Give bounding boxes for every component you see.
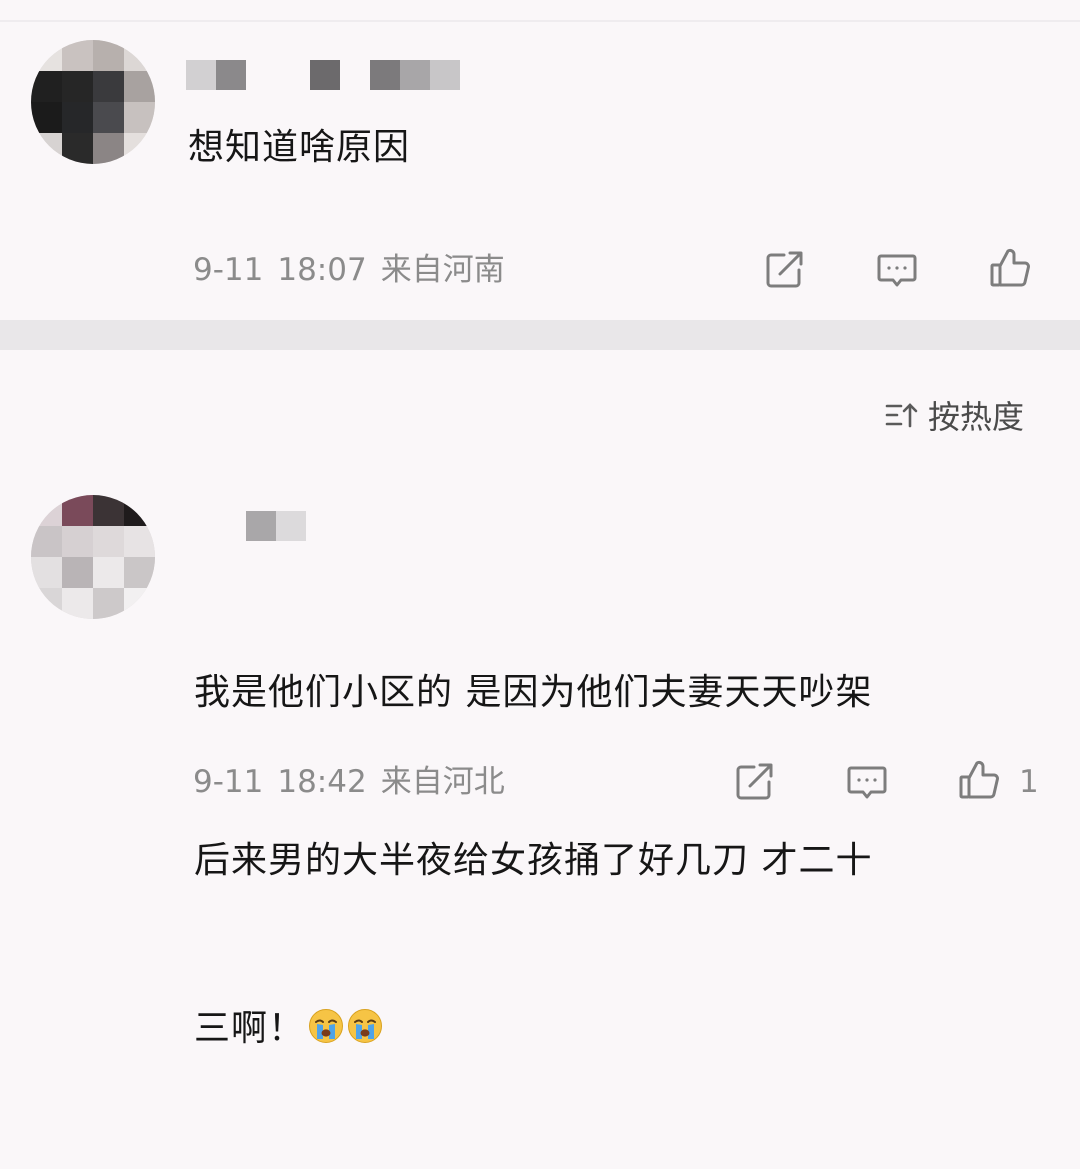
sort-label: 按热度 <box>928 398 1025 436</box>
share-icon[interactable] <box>732 760 776 804</box>
username-pixelated[interactable] <box>246 511 308 541</box>
comment-text-line: 三啊！ <box>194 1001 872 1057</box>
comment-text-line: 我是他们小区的 是因为他们夫妻天天吵架 <box>194 672 873 713</box>
comment-date: 9-11 <box>193 764 264 800</box>
comment-text-line: 后来男的大半夜给女孩捅了好几刀 才二十 <box>194 840 873 881</box>
reply-icon[interactable] <box>875 248 919 292</box>
like-icon[interactable] <box>957 758 1001 802</box>
comment-date: 9-11 <box>193 252 264 288</box>
comment-meta: 9-11 18:42 来自河北 <box>193 762 505 802</box>
comment-text: 我是他们小区的 是因为他们夫妻天天吵架 后来男的大半夜给女孩捅了好几刀 才二十 … <box>194 553 872 1169</box>
like-icon[interactable] <box>988 246 1032 290</box>
comment-item: 我是他们小区的 是因为他们夫妻天天吵架 后来男的大半夜给女孩捅了好几刀 才二十 … <box>0 480 1080 1049</box>
comment-time: 18:42 <box>277 764 367 800</box>
comment-time: 18:07 <box>277 252 367 288</box>
comment-item: 想知道啥原因 9-11 18:07 来自河南 <box>0 0 1080 320</box>
comment-location: 来自河北 <box>380 764 505 800</box>
crying-face-emoji <box>309 1009 344 1043</box>
sort-toggle[interactable]: 按热度 <box>884 394 1024 436</box>
sort-icon <box>885 403 918 428</box>
reply-icon[interactable] <box>845 760 889 804</box>
avatar[interactable] <box>31 495 155 619</box>
comment-location: 来自河南 <box>380 252 505 288</box>
comment-meta: 9-11 18:07 来自河南 <box>193 250 505 290</box>
comment-text: 想知道啥原因 <box>188 127 411 168</box>
share-icon[interactable] <box>762 248 806 292</box>
avatar[interactable] <box>31 40 155 164</box>
section-divider <box>0 320 1080 350</box>
like-count: 1 <box>1019 764 1039 800</box>
crying-face-emoji <box>348 1009 383 1043</box>
username-pixelated[interactable] <box>186 60 466 90</box>
